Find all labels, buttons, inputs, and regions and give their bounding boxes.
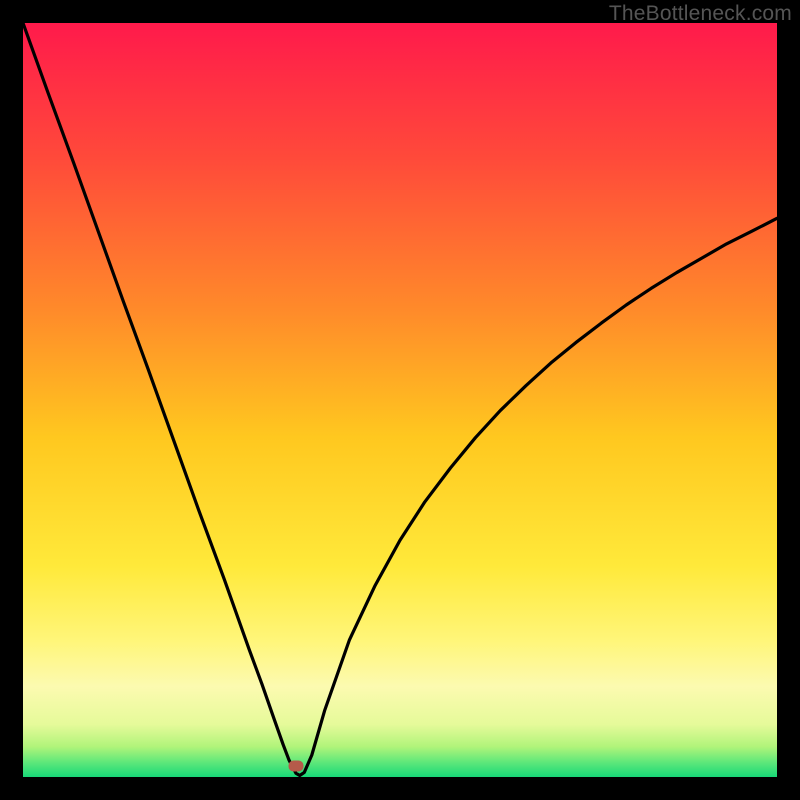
watermark-text: TheBottleneck.com [609, 2, 792, 26]
curve-path [23, 23, 777, 775]
chart-frame: TheBottleneck.com [0, 0, 800, 800]
bottleneck-curve [23, 23, 777, 777]
optimal-point-marker [288, 761, 303, 772]
